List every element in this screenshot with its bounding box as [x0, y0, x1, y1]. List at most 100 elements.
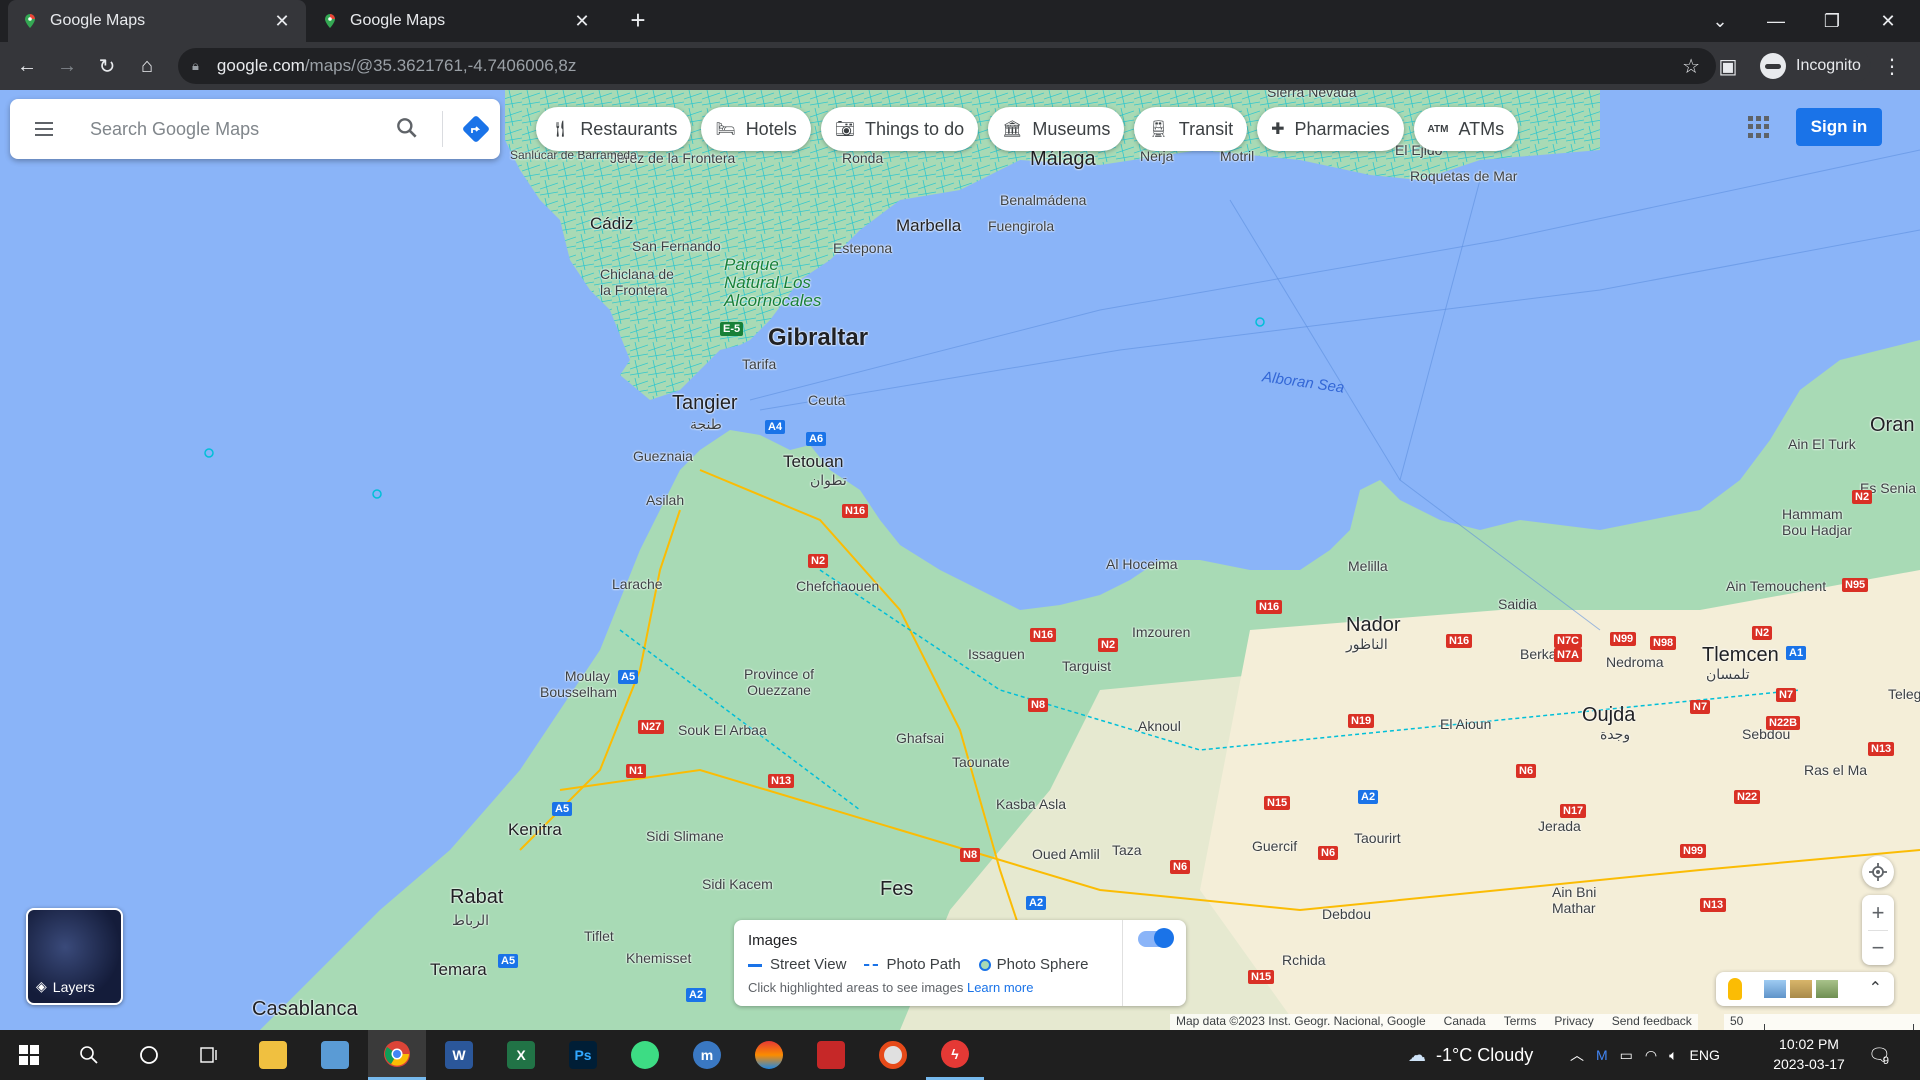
label-taourirt[interactable]: Taourirt	[1354, 830, 1401, 846]
imagery-thumbnail[interactable]	[1790, 980, 1812, 998]
incognito-profile-button[interactable]: Incognito	[1756, 50, 1871, 82]
imagery-thumbnail[interactable]	[1764, 980, 1786, 998]
label-sidi-kacem[interactable]: Sidi Kacem	[702, 876, 773, 892]
zoom-out-button[interactable]: −	[1862, 930, 1894, 965]
label-tlemcen[interactable]: Tlemcen	[1702, 644, 1779, 667]
file-explorer-icon[interactable]	[244, 1030, 302, 1080]
label-rabat[interactable]: Rabat	[450, 886, 503, 909]
notifications-button[interactable]: 🗨︎ 9	[1868, 1030, 1891, 1080]
new-tab-button[interactable]: +	[623, 6, 653, 36]
label-taza[interactable]: Taza	[1112, 842, 1142, 858]
label-souk-el-arbaa[interactable]: Souk El Arbaa	[678, 722, 767, 738]
chip-atms[interactable]: ATM ATMs	[1413, 107, 1519, 151]
label-chefchaouen[interactable]: Chefchaouen	[796, 578, 879, 594]
label-tetouan[interactable]: Tetouan	[783, 452, 844, 472]
expand-chevron-icon[interactable]: ⌃	[1869, 978, 1882, 998]
label-larache[interactable]: Larache	[612, 576, 663, 592]
tab-google-maps-1[interactable]: Google Maps ✕	[8, 0, 306, 42]
chip-restaurants[interactable]: 🍴︎ Restaurants	[536, 107, 692, 151]
chip-things-to-do[interactable]: 📷︎ Things to do	[820, 107, 979, 151]
label-jerada[interactable]: Jerada	[1538, 818, 1581, 834]
tray-chevron-icon[interactable]: ︿	[1570, 1045, 1584, 1065]
label-ceuta[interactable]: Ceuta	[808, 392, 845, 408]
label-province-ouezzane[interactable]: Province of Ouezzane	[734, 666, 824, 698]
label-fes[interactable]: Fes	[880, 878, 913, 901]
label-roquetas[interactable]: Roquetas de Mar	[1410, 168, 1517, 184]
forward-button[interactable]: →	[51, 50, 83, 82]
search-input[interactable]	[90, 113, 370, 145]
label-khemisset[interactable]: Khemisset	[626, 950, 691, 966]
label-debdou[interactable]: Debdou	[1322, 906, 1371, 922]
google-apps-icon[interactable]	[1748, 116, 1770, 138]
label-al-hoceima[interactable]: Al Hoceima	[1106, 556, 1178, 572]
volume-icon[interactable]: 🔈︎	[1669, 1047, 1677, 1064]
label-oujda[interactable]: Oujda	[1582, 704, 1635, 727]
images-toggle[interactable]	[1138, 928, 1174, 948]
map-canvas[interactable]: Málaga Sierra Nevada Jerez de la Fronter…	[0, 90, 1920, 1030]
label-malaga[interactable]: Málaga	[1030, 148, 1096, 171]
label-temara[interactable]: Temara	[430, 960, 487, 980]
search-icon[interactable]	[394, 115, 420, 141]
mu-app-icon[interactable]: m	[678, 1030, 736, 1080]
label-el-aioun[interactable]: El Aioun	[1440, 716, 1491, 732]
chip-pharmacies[interactable]: ✚ Pharmacies	[1257, 107, 1404, 151]
network-icon[interactable]: ◠	[1645, 1047, 1657, 1064]
label-estepona[interactable]: Estepona	[833, 240, 892, 256]
label-kasba-asla[interactable]: Kasba Asla	[996, 796, 1066, 812]
address-bar[interactable]: 🔒︎ google.com/maps/@35.3621761,-4.740600…	[178, 48, 1716, 84]
label-ain-bni-mathar[interactable]: Ain Bni Mathar	[1552, 884, 1612, 916]
photoshop-icon[interactable]: Ps	[554, 1030, 612, 1080]
red-app-icon[interactable]	[802, 1030, 860, 1080]
tab-search-chevron-icon[interactable]: ⌄	[1692, 0, 1748, 42]
control-panel-icon[interactable]	[306, 1030, 364, 1080]
language-indicator[interactable]: ENG	[1690, 1047, 1720, 1063]
battery-icon[interactable]: ▭	[1620, 1047, 1633, 1064]
android-app-icon[interactable]	[616, 1030, 674, 1080]
bookmark-star-icon[interactable]: ☆	[1682, 54, 1700, 79]
label-sierra-nevada[interactable]: Sierra Nevada	[1267, 90, 1357, 100]
flash-app-icon[interactable]: ϟ	[926, 1030, 984, 1080]
chip-museums[interactable]: 🏛︎ Museums	[988, 107, 1125, 151]
label-imzouren[interactable]: Imzouren	[1132, 624, 1190, 640]
sign-in-button[interactable]: Sign in	[1796, 108, 1882, 146]
label-nedroma[interactable]: Nedroma	[1606, 654, 1664, 670]
label-ghafsai[interactable]: Ghafsai	[896, 730, 944, 746]
chrome-taskbar-icon[interactable]	[368, 1030, 426, 1080]
learn-more-link[interactable]: Learn more	[967, 980, 1033, 995]
label-oran[interactable]: Oran	[1870, 414, 1914, 437]
label-ras-el-ma[interactable]: Ras el Ma	[1804, 762, 1867, 778]
colorful-app-icon[interactable]	[740, 1030, 798, 1080]
label-aknoul[interactable]: Aknoul	[1138, 718, 1181, 734]
label-ronda[interactable]: Ronda	[842, 150, 883, 166]
side-panel-icon[interactable]: ▣	[1712, 50, 1744, 82]
label-benalmadena[interactable]: Benalmádena	[1000, 192, 1086, 208]
terms-link[interactable]: Terms	[1504, 1014, 1537, 1030]
label-oued-amlil[interactable]: Oued Amlil	[1032, 846, 1100, 862]
label-fuengirola[interactable]: Fuengirola	[988, 218, 1054, 234]
label-nador[interactable]: Nador	[1346, 614, 1400, 637]
home-button[interactable]: ⌂	[131, 50, 163, 82]
label-issaguen[interactable]: Issaguen	[968, 646, 1025, 662]
chip-hotels[interactable]: 🛏︎ Hotels	[701, 107, 811, 151]
task-view-icon[interactable]	[180, 1030, 238, 1080]
label-tiflet[interactable]: Tiflet	[584, 928, 614, 944]
tab-google-maps-2[interactable]: Google Maps ✕	[308, 0, 606, 42]
label-cadiz[interactable]: Cádiz	[590, 214, 633, 234]
cortana-icon[interactable]	[120, 1030, 178, 1080]
region-link[interactable]: Canada	[1444, 1014, 1486, 1030]
clock[interactable]: 10:02 PM 2023-03-17	[1764, 1034, 1854, 1074]
label-kenitra[interactable]: Kenitra	[508, 820, 562, 840]
zoom-in-button[interactable]: +	[1862, 895, 1894, 930]
start-button[interactable]	[0, 1030, 58, 1080]
close-window-button[interactable]: ✕	[1860, 0, 1916, 42]
word-icon[interactable]: W	[430, 1030, 488, 1080]
label-moulay-bousselham[interactable]: Moulay Bousselham	[540, 668, 617, 700]
label-ain-temouchent[interactable]: Ain Temouchent	[1726, 578, 1826, 594]
reload-button[interactable]: ↻	[91, 50, 123, 82]
label-asilah[interactable]: Asilah	[646, 492, 684, 508]
label-targuist[interactable]: Targuist	[1062, 658, 1111, 674]
label-san-fernando[interactable]: San Fernando	[632, 238, 721, 254]
label-park[interactable]: Parque Natural Los Alcornocales	[724, 256, 834, 310]
label-sidi-slimane[interactable]: Sidi Slimane	[646, 828, 724, 844]
browser-menu-icon[interactable]: ⋮	[1876, 50, 1908, 82]
